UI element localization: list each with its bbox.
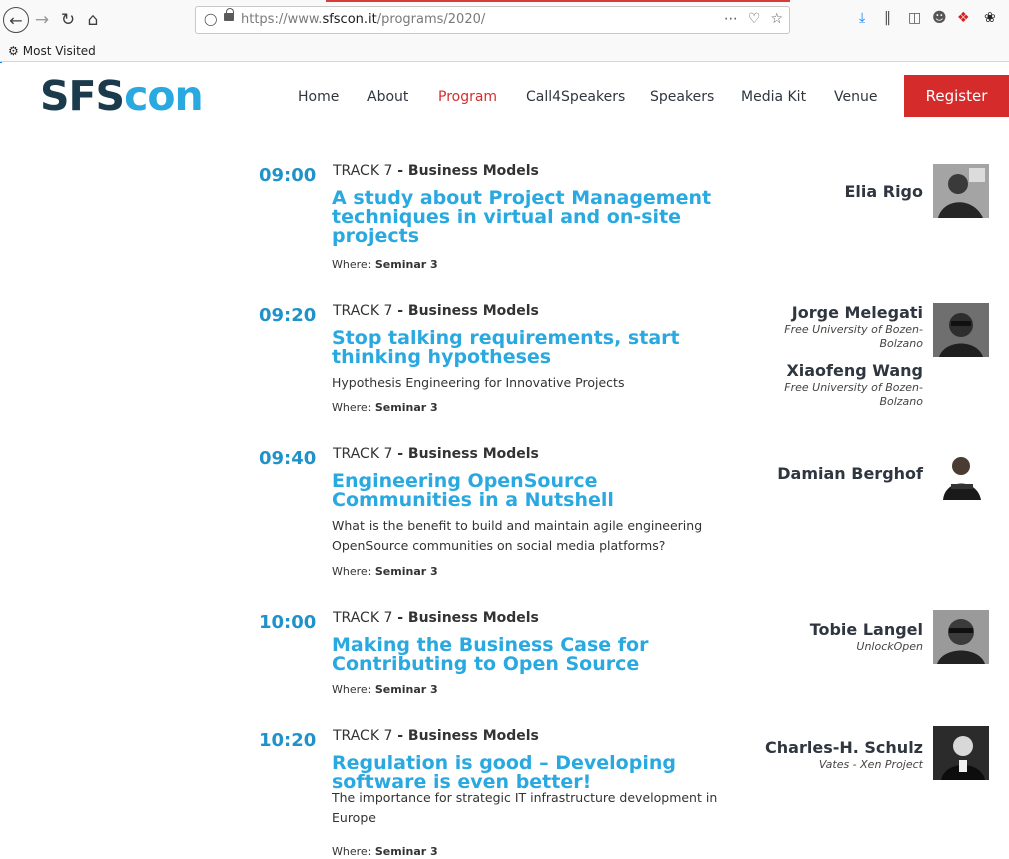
speaker-name[interactable]: Elia Rigo	[844, 182, 923, 201]
session-track: TRACK 7 - Business Models	[333, 610, 539, 626]
site-logo[interactable]: SFScon	[40, 76, 204, 117]
back-arrow-icon[interactable]: ←	[3, 7, 29, 33]
bookmark-most-visited[interactable]: ⚙ Most Visited	[8, 44, 96, 58]
session-time: 10:20	[259, 730, 317, 751]
session-track: TRACK 7 - Business Models	[333, 446, 539, 462]
extension-icon[interactable]: ❖	[957, 10, 970, 26]
site-header: SFScon Home About Program Call4Speakers …	[0, 63, 1009, 131]
session-title[interactable]: Making the Business Case for Contributin…	[332, 636, 732, 674]
session-subtitle: Hypothesis Engineering for Innovative Pr…	[332, 375, 625, 390]
bookmark-star-icon[interactable]: ☆	[770, 11, 783, 27]
sidebar-icon[interactable]: ◫	[908, 10, 921, 26]
speaker-photo[interactable]	[933, 164, 989, 218]
speaker-affiliation: UnlockOpen	[856, 640, 923, 653]
speaker-name[interactable]: Jorge Melegati	[792, 303, 923, 322]
session-time: 09:20	[259, 305, 317, 326]
home-icon[interactable]: ⌂	[81, 8, 105, 32]
speaker-photo[interactable]	[933, 446, 989, 500]
speaker-affiliation: Vates - Xen Project	[818, 758, 923, 771]
page-actions-icon[interactable]: ⋯	[724, 11, 738, 27]
library-icon[interactable]: ‖	[884, 10, 891, 26]
speaker-name[interactable]: Xiaofeng Wang	[786, 361, 923, 380]
browser-toolbar: ← → ↻ ⌂ ◯ https://www.sfscon.it/programs…	[0, 0, 1009, 40]
pocket-icon[interactable]: ♡	[748, 11, 761, 27]
speaker-photo[interactable]	[933, 303, 989, 357]
gear-icon: ⚙	[8, 44, 19, 58]
download-icon[interactable]: ⤓	[859, 10, 865, 26]
nav-speakers[interactable]: Speakers	[650, 89, 714, 105]
speaker-affiliation: Free University of Bozen-Bolzano	[784, 381, 923, 408]
speaker-name[interactable]: Tobie Langel	[810, 620, 923, 639]
bookmarks-bar: ⚙ Most Visited	[0, 40, 1009, 62]
tab-indicator	[326, 0, 790, 2]
session-location: Where: Seminar 3	[332, 683, 438, 696]
reload-icon[interactable]: ↻	[56, 8, 80, 32]
nav-home[interactable]: Home	[298, 89, 339, 105]
extension-icon-2[interactable]: ❀	[984, 10, 996, 26]
speaker-affiliation: Free University of Bozen-Bolzano	[784, 323, 923, 350]
forward-arrow-icon[interactable]: →	[30, 8, 54, 32]
nav-venue[interactable]: Venue	[834, 89, 877, 105]
session-track: TRACK 7 - Business Models	[333, 728, 539, 744]
speaker-photo[interactable]	[933, 726, 989, 780]
speaker-name[interactable]: Charles-H. Schulz	[765, 738, 923, 757]
session-track: TRACK 7 - Business Models	[333, 303, 539, 319]
session-location: Where: Seminar 3	[332, 845, 438, 858]
nav-media-kit[interactable]: Media Kit	[741, 89, 806, 105]
session-track: TRACK 7 - Business Models	[333, 163, 539, 179]
register-button[interactable]: Register	[904, 75, 1009, 117]
address-bar[interactable]: ◯ https://www.sfscon.it/programs/2020/ ⋯…	[195, 6, 790, 34]
session-title[interactable]: Engineering OpenSource Communities in a …	[332, 472, 732, 510]
session-time: 10:00	[259, 612, 317, 633]
nav-call4speakers[interactable]: Call4Speakers	[526, 89, 625, 105]
session-subtitle: What is the benefit to build and maintai…	[332, 518, 703, 553]
speaker-name[interactable]: Damian Berghof	[777, 464, 923, 483]
account-icon[interactable]: ☻	[932, 10, 947, 26]
speaker-photo[interactable]	[933, 610, 989, 664]
nav-program[interactable]: Program	[438, 89, 497, 105]
session-title[interactable]: A study about Project Management techniq…	[332, 189, 732, 246]
session-title[interactable]: Regulation is good – Developing software…	[332, 754, 732, 792]
session-subtitle: The importance for strategic IT infrastr…	[332, 790, 718, 825]
session-title[interactable]: Stop talking requirements, start thinkin…	[332, 329, 732, 367]
tracking-shield-icon[interactable]: ◯	[204, 12, 217, 26]
lock-icon[interactable]	[224, 8, 234, 21]
session-time: 09:00	[259, 165, 317, 186]
session-location: Where: Seminar 3	[332, 258, 438, 271]
nav-about[interactable]: About	[367, 89, 408, 105]
session-location: Where: Seminar 3	[332, 401, 438, 414]
session-location: Where: Seminar 3	[332, 565, 438, 578]
session-time: 09:40	[259, 448, 317, 469]
url-text[interactable]: https://www.sfscon.it/programs/2020/	[241, 12, 485, 27]
